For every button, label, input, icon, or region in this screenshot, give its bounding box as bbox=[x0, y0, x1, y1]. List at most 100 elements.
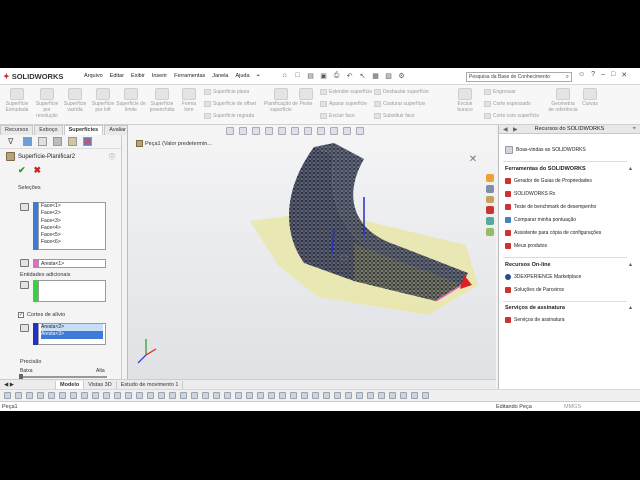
extrude-tool-icon[interactable] bbox=[26, 392, 33, 399]
zebra-icon[interactable] bbox=[290, 392, 297, 399]
appearances-tab-icon[interactable] bbox=[486, 217, 494, 226]
configurationmanager-tab-icon[interactable] bbox=[53, 137, 62, 146]
view-palette-tab-icon[interactable] bbox=[486, 206, 494, 215]
ribbon-thickened-cut[interactable]: Corte espessado bbox=[484, 101, 531, 107]
ribbon-delete-hole-button[interactable]: Excluir buraco bbox=[450, 88, 480, 113]
exit-sketch-icon[interactable]: ✕ bbox=[468, 155, 478, 165]
list-item[interactable]: Face<3> bbox=[41, 218, 103, 225]
dynamic-annotation-icon[interactable] bbox=[278, 127, 286, 135]
zoom-to-fit-icon[interactable] bbox=[226, 127, 234, 135]
collapse-icon[interactable]: ▴ bbox=[629, 261, 632, 268]
pattern-tool-icon[interactable] bbox=[92, 392, 99, 399]
ribbon-boundary-surface-button[interactable]: Superfície de limite bbox=[116, 88, 146, 113]
ribbon-offset-surface[interactable]: Superfície de offset bbox=[204, 101, 256, 107]
file-explorer-tab-icon[interactable] bbox=[486, 195, 494, 204]
undo-icon[interactable]: ↶ bbox=[345, 71, 354, 80]
display-style-icon[interactable] bbox=[304, 127, 312, 135]
perspective-icon[interactable] bbox=[268, 392, 275, 399]
design-library-tab-icon[interactable] bbox=[486, 184, 494, 193]
list-item[interactable]: Face<1> bbox=[41, 203, 103, 210]
pin-icon[interactable]: ⌖ bbox=[257, 73, 260, 80]
ribbon-surface-cut[interactable]: Corte com superfície bbox=[484, 113, 539, 119]
mirror-tool-icon[interactable] bbox=[81, 392, 88, 399]
draft-analysis-icon[interactable] bbox=[301, 392, 308, 399]
edit-appearance-icon[interactable] bbox=[330, 127, 338, 135]
axis-tool-icon[interactable] bbox=[147, 392, 154, 399]
hole-tool-icon[interactable] bbox=[103, 392, 110, 399]
list-item[interactable]: Aresta<2> bbox=[41, 324, 103, 332]
thickness-icon[interactable] bbox=[312, 392, 319, 399]
measure-tool-icon[interactable] bbox=[158, 392, 165, 399]
custom-properties-tab-icon[interactable] bbox=[486, 228, 494, 236]
my-products-link[interactable]: Meus produtos bbox=[505, 243, 547, 249]
rib-tool-icon[interactable] bbox=[114, 392, 121, 399]
list-item[interactable]: Face<4> bbox=[41, 225, 103, 232]
shaded-icon[interactable] bbox=[235, 392, 242, 399]
welcome-link[interactable]: Boas-vindas ao SOLIDWORKS bbox=[505, 146, 586, 154]
customize-icon[interactable] bbox=[422, 392, 429, 399]
new-document-icon[interactable]: □ bbox=[293, 71, 302, 80]
restore-icon[interactable]: □ bbox=[611, 71, 615, 79]
benchmark-link[interactable]: Teste de benchmark de desempenho bbox=[505, 204, 596, 210]
ok-button[interactable]: ✔ bbox=[18, 165, 26, 176]
relief-edges-listbox[interactable]: Aresta<2> Aresta<3> bbox=[38, 323, 106, 345]
options-tool-icon[interactable] bbox=[400, 392, 407, 399]
ribbon-reference-geometry-button[interactable]: Geometria de referência bbox=[548, 88, 578, 113]
menu-ferramentas[interactable]: Ferramentas bbox=[174, 73, 205, 80]
precision-slider[interactable] bbox=[19, 374, 107, 380]
ribbon-swept-surface-button[interactable]: Superfície varrida bbox=[60, 88, 90, 113]
subscription-services-link[interactable]: Serviços de assinatura bbox=[505, 317, 565, 323]
section-view-icon[interactable] bbox=[265, 127, 273, 135]
ribbon-freeform-button[interactable]: Forma livre bbox=[178, 88, 200, 113]
print-icon[interactable]: ⎙ bbox=[332, 71, 341, 80]
mass-properties-icon[interactable] bbox=[169, 392, 176, 399]
graphics-area[interactable]: Peça1 (Valor predetermin... ✕ bbox=[127, 125, 496, 379]
status-units[interactable]: MMGS bbox=[564, 404, 581, 410]
relief-cuts-checkbox[interactable]: ✓ bbox=[18, 312, 24, 318]
home-icon[interactable]: ⌂ bbox=[280, 71, 289, 80]
tools-section-title[interactable]: Ferramentas do SOLIDWORKS bbox=[505, 166, 586, 172]
view-iso-icon[interactable] bbox=[224, 392, 231, 399]
ribbon-ruled-surface[interactable]: Superfície regrada bbox=[204, 113, 254, 119]
zoom-to-area-icon[interactable] bbox=[239, 127, 247, 135]
view-right-icon[interactable] bbox=[213, 392, 220, 399]
open-icon[interactable]: ▤ bbox=[306, 71, 315, 80]
menu-ajuda[interactable]: Ajuda bbox=[235, 73, 249, 80]
fillet-tool-icon[interactable] bbox=[48, 392, 55, 399]
ribbon-knit-surface[interactable]: Costurar superfície bbox=[374, 101, 425, 107]
resources-tab-icon[interactable] bbox=[486, 174, 494, 182]
draft-tool-icon[interactable] bbox=[125, 392, 132, 399]
select-icon[interactable]: ↖ bbox=[358, 71, 367, 80]
list-item[interactable]: Face<5> bbox=[41, 232, 103, 239]
forward-icon[interactable]: ▶ bbox=[513, 126, 518, 133]
collapse-icon[interactable]: ▴ bbox=[629, 304, 632, 311]
ribbon-planar-surface[interactable]: Superfície plana bbox=[204, 89, 249, 95]
faces-listbox[interactable]: Face<1> Face<2> Face<3> Face<4> Face<5> … bbox=[38, 202, 106, 250]
select-tool-icon[interactable] bbox=[4, 392, 11, 399]
collapse-icon[interactable]: ▴ bbox=[629, 165, 632, 172]
view-orientation-icon[interactable] bbox=[291, 127, 299, 135]
section-tool-icon[interactable] bbox=[180, 392, 187, 399]
tab-vistas-3d[interactable]: Vistas 3D bbox=[84, 380, 117, 389]
minimize-icon[interactable]: – bbox=[601, 71, 605, 79]
decal-icon[interactable] bbox=[389, 392, 396, 399]
list-item[interactable]: Face<6> bbox=[41, 239, 103, 246]
tab-motion-study[interactable]: Estudo de movimento 1 bbox=[117, 380, 184, 389]
interference-icon[interactable] bbox=[323, 392, 330, 399]
file-properties-icon[interactable]: ▧ bbox=[384, 71, 393, 80]
ribbon-delete-face[interactable]: Excluir face bbox=[320, 113, 355, 119]
ribbon-untrim-surface[interactable]: Desbastar superfície bbox=[374, 89, 429, 95]
display-manager-tab-icon[interactable] bbox=[83, 137, 92, 146]
menu-janela[interactable]: Janela bbox=[212, 73, 228, 80]
scene-icon[interactable] bbox=[356, 392, 363, 399]
ribbon-replace-face[interactable]: Substituir face bbox=[374, 113, 415, 119]
render-icon[interactable] bbox=[334, 392, 341, 399]
menu-inserir[interactable]: Inserir bbox=[152, 73, 167, 80]
close-window-icon[interactable]: ✕ bbox=[621, 71, 627, 79]
ribbon-extruded-surface-button[interactable]: Superfície Extrudada bbox=[2, 88, 32, 113]
ribbon-surface-flatten-button[interactable]: Planificação de superfície bbox=[264, 88, 298, 113]
propertymanager-tab-icon[interactable] bbox=[38, 137, 47, 146]
ribbon-extend-surface[interactable]: Estender superfície bbox=[320, 89, 372, 95]
tab-recursos[interactable]: Recursos bbox=[0, 125, 34, 135]
hide-show-items-icon[interactable] bbox=[317, 127, 325, 135]
